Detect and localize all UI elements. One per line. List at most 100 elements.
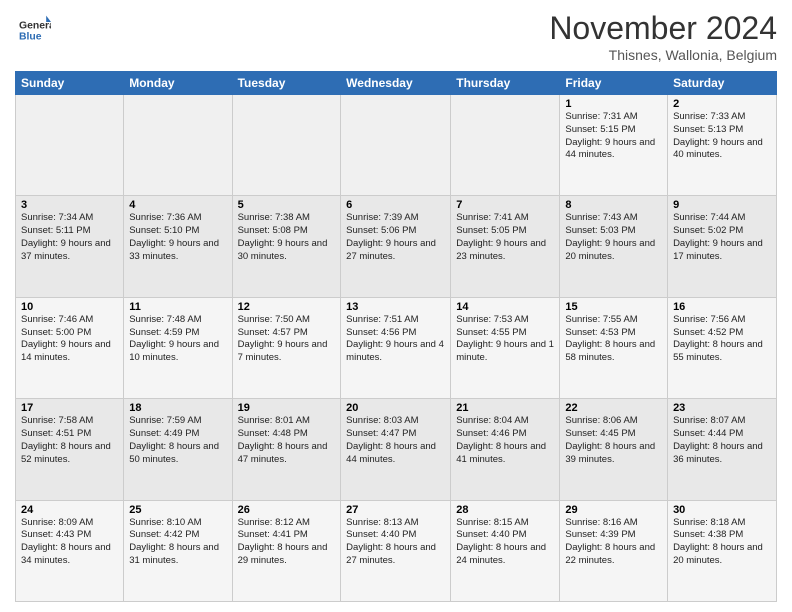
day-number: 17 [21,402,118,414]
calendar-cell [232,95,341,196]
calendar-cell: 28Sunrise: 8:15 AM Sunset: 4:40 PM Dayli… [451,500,560,601]
col-tuesday: Tuesday [232,72,341,95]
calendar-week-5: 24Sunrise: 8:09 AM Sunset: 4:43 PM Dayli… [16,500,777,601]
day-number: 25 [129,504,226,516]
day-number: 6 [346,199,445,211]
day-number: 15 [565,301,662,313]
calendar-cell: 17Sunrise: 7:58 AM Sunset: 4:51 PM Dayli… [16,399,124,500]
day-number: 7 [456,199,554,211]
logo: General Blue [15,14,51,46]
calendar-cell: 8Sunrise: 7:43 AM Sunset: 5:03 PM Daylig… [560,196,668,297]
col-monday: Monday [124,72,232,95]
day-info: Sunrise: 8:07 AM Sunset: 4:44 PM Dayligh… [673,415,771,466]
day-info: Sunrise: 7:38 AM Sunset: 5:08 PM Dayligh… [238,212,336,263]
calendar-cell: 10Sunrise: 7:46 AM Sunset: 5:00 PM Dayli… [16,297,124,398]
day-info: Sunrise: 8:13 AM Sunset: 4:40 PM Dayligh… [346,517,445,568]
calendar-cell [124,95,232,196]
day-number: 23 [673,402,771,414]
calendar-cell: 26Sunrise: 8:12 AM Sunset: 4:41 PM Dayli… [232,500,341,601]
svg-text:Blue: Blue [19,32,42,43]
day-info: Sunrise: 7:48 AM Sunset: 4:59 PM Dayligh… [129,314,226,365]
day-number: 20 [346,402,445,414]
calendar-cell: 1Sunrise: 7:31 AM Sunset: 5:15 PM Daylig… [560,95,668,196]
day-number: 12 [238,301,336,313]
day-number: 27 [346,504,445,516]
logo-icon: General Blue [19,14,51,46]
calendar-cell: 18Sunrise: 7:59 AM Sunset: 4:49 PM Dayli… [124,399,232,500]
day-number: 11 [129,301,226,313]
month-title: November 2024 [549,10,777,47]
calendar-cell: 14Sunrise: 7:53 AM Sunset: 4:55 PM Dayli… [451,297,560,398]
calendar-cell: 15Sunrise: 7:55 AM Sunset: 4:53 PM Dayli… [560,297,668,398]
location: Thisnes, Wallonia, Belgium [549,47,777,63]
svg-text:General: General [19,20,51,31]
day-info: Sunrise: 8:04 AM Sunset: 4:46 PM Dayligh… [456,415,554,466]
calendar-cell [341,95,451,196]
day-info: Sunrise: 8:12 AM Sunset: 4:41 PM Dayligh… [238,517,336,568]
day-info: Sunrise: 8:15 AM Sunset: 4:40 PM Dayligh… [456,517,554,568]
day-info: Sunrise: 7:53 AM Sunset: 4:55 PM Dayligh… [456,314,554,365]
col-wednesday: Wednesday [341,72,451,95]
day-number: 10 [21,301,118,313]
day-info: Sunrise: 7:33 AM Sunset: 5:13 PM Dayligh… [673,111,771,162]
day-info: Sunrise: 7:59 AM Sunset: 4:49 PM Dayligh… [129,415,226,466]
day-info: Sunrise: 7:43 AM Sunset: 5:03 PM Dayligh… [565,212,662,263]
day-number: 4 [129,199,226,211]
col-sunday: Sunday [16,72,124,95]
day-info: Sunrise: 8:09 AM Sunset: 4:43 PM Dayligh… [21,517,118,568]
calendar-cell: 5Sunrise: 7:38 AM Sunset: 5:08 PM Daylig… [232,196,341,297]
day-info: Sunrise: 8:06 AM Sunset: 4:45 PM Dayligh… [565,415,662,466]
day-info: Sunrise: 7:39 AM Sunset: 5:06 PM Dayligh… [346,212,445,263]
calendar-cell: 27Sunrise: 8:13 AM Sunset: 4:40 PM Dayli… [341,500,451,601]
day-info: Sunrise: 8:18 AM Sunset: 4:38 PM Dayligh… [673,517,771,568]
day-number: 18 [129,402,226,414]
day-number: 13 [346,301,445,313]
calendar-week-3: 10Sunrise: 7:46 AM Sunset: 5:00 PM Dayli… [16,297,777,398]
header: General Blue November 2024 Thisnes, Wall… [15,10,777,63]
day-number: 3 [21,199,118,211]
calendar-cell: 23Sunrise: 8:07 AM Sunset: 4:44 PM Dayli… [668,399,777,500]
calendar-cell: 9Sunrise: 7:44 AM Sunset: 5:02 PM Daylig… [668,196,777,297]
title-block: November 2024 Thisnes, Wallonia, Belgium [549,10,777,63]
calendar-week-2: 3Sunrise: 7:34 AM Sunset: 5:11 PM Daylig… [16,196,777,297]
calendar-cell: 4Sunrise: 7:36 AM Sunset: 5:10 PM Daylig… [124,196,232,297]
day-number: 30 [673,504,771,516]
col-saturday: Saturday [668,72,777,95]
calendar-cell: 20Sunrise: 8:03 AM Sunset: 4:47 PM Dayli… [341,399,451,500]
day-info: Sunrise: 7:50 AM Sunset: 4:57 PM Dayligh… [238,314,336,365]
day-info: Sunrise: 7:46 AM Sunset: 5:00 PM Dayligh… [21,314,118,365]
day-info: Sunrise: 8:16 AM Sunset: 4:39 PM Dayligh… [565,517,662,568]
day-info: Sunrise: 8:10 AM Sunset: 4:42 PM Dayligh… [129,517,226,568]
col-friday: Friday [560,72,668,95]
calendar-cell: 24Sunrise: 8:09 AM Sunset: 4:43 PM Dayli… [16,500,124,601]
day-number: 9 [673,199,771,211]
day-info: Sunrise: 7:31 AM Sunset: 5:15 PM Dayligh… [565,111,662,162]
calendar-cell: 7Sunrise: 7:41 AM Sunset: 5:05 PM Daylig… [451,196,560,297]
day-info: Sunrise: 7:51 AM Sunset: 4:56 PM Dayligh… [346,314,445,365]
calendar-cell [16,95,124,196]
day-number: 14 [456,301,554,313]
day-info: Sunrise: 7:34 AM Sunset: 5:11 PM Dayligh… [21,212,118,263]
day-info: Sunrise: 7:55 AM Sunset: 4:53 PM Dayligh… [565,314,662,365]
day-number: 8 [565,199,662,211]
day-number: 2 [673,98,771,110]
day-info: Sunrise: 8:03 AM Sunset: 4:47 PM Dayligh… [346,415,445,466]
calendar-cell: 12Sunrise: 7:50 AM Sunset: 4:57 PM Dayli… [232,297,341,398]
calendar-cell: 25Sunrise: 8:10 AM Sunset: 4:42 PM Dayli… [124,500,232,601]
day-info: Sunrise: 7:44 AM Sunset: 5:02 PM Dayligh… [673,212,771,263]
day-info: Sunrise: 8:01 AM Sunset: 4:48 PM Dayligh… [238,415,336,466]
day-number: 22 [565,402,662,414]
calendar-cell: 30Sunrise: 8:18 AM Sunset: 4:38 PM Dayli… [668,500,777,601]
day-number: 28 [456,504,554,516]
calendar-cell: 3Sunrise: 7:34 AM Sunset: 5:11 PM Daylig… [16,196,124,297]
col-thursday: Thursday [451,72,560,95]
day-number: 24 [21,504,118,516]
calendar-cell: 19Sunrise: 8:01 AM Sunset: 4:48 PM Dayli… [232,399,341,500]
day-number: 29 [565,504,662,516]
day-info: Sunrise: 7:41 AM Sunset: 5:05 PM Dayligh… [456,212,554,263]
day-number: 16 [673,301,771,313]
calendar-header-row: Sunday Monday Tuesday Wednesday Thursday… [16,72,777,95]
calendar-cell [451,95,560,196]
calendar-cell: 21Sunrise: 8:04 AM Sunset: 4:46 PM Dayli… [451,399,560,500]
calendar-cell: 11Sunrise: 7:48 AM Sunset: 4:59 PM Dayli… [124,297,232,398]
